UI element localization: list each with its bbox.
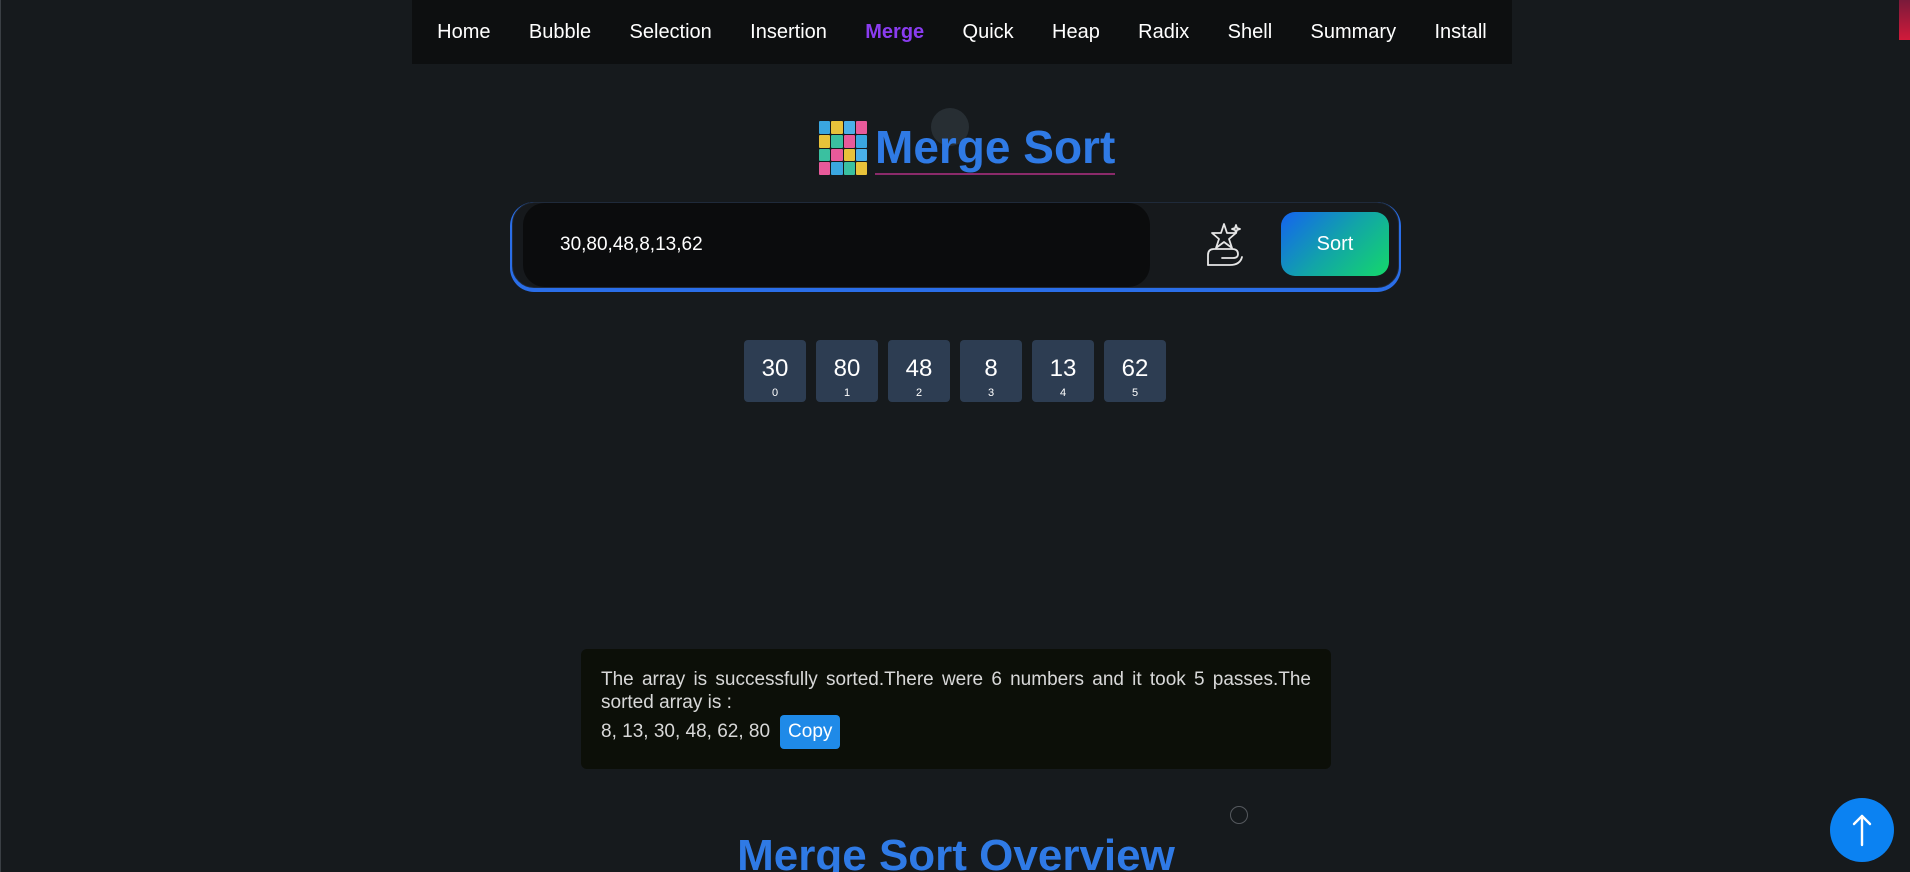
page: Home Bubble Selection Insertion Merge Qu… bbox=[0, 0, 1910, 872]
array-box: 62 5 bbox=[1104, 340, 1166, 402]
nav-item-summary[interactable]: Summary bbox=[1311, 21, 1397, 44]
array-box: 80 1 bbox=[816, 340, 878, 402]
array-box: 8 3 bbox=[960, 340, 1022, 402]
array-box: 13 4 bbox=[1032, 340, 1094, 402]
nav-item-selection[interactable]: Selection bbox=[630, 21, 712, 44]
array-box-index: 0 bbox=[771, 387, 779, 399]
nav-item-shell[interactable]: Shell bbox=[1228, 21, 1272, 44]
nav-item-install[interactable]: Install bbox=[1434, 21, 1486, 44]
result-message: The array is successfully sorted.There w… bbox=[601, 669, 1311, 713]
magic-hand-icon[interactable] bbox=[1198, 219, 1250, 271]
nav-item-merge[interactable]: Merge bbox=[865, 21, 924, 44]
array-box-value: 8 bbox=[984, 355, 998, 382]
array-box-index: 5 bbox=[1131, 387, 1139, 399]
arrow-up-icon bbox=[1852, 814, 1872, 847]
nav-item-bubble[interactable]: Bubble bbox=[529, 21, 591, 44]
array-box-value: 30 bbox=[761, 355, 789, 382]
input-bar: Sort bbox=[512, 202, 1399, 288]
result-panel: The array is successfully sorted.There w… bbox=[581, 649, 1331, 769]
array-box-index: 1 bbox=[843, 387, 851, 399]
top-nav: Home Bubble Selection Insertion Merge Qu… bbox=[412, 0, 1512, 64]
array-input[interactable] bbox=[523, 203, 1150, 287]
array-box-index: 2 bbox=[915, 387, 923, 399]
copy-button[interactable]: Copy bbox=[780, 715, 841, 749]
right-edge-accent bbox=[1899, 0, 1910, 40]
decorative-ring bbox=[1230, 806, 1248, 824]
page-title: Merge Sort bbox=[875, 121, 1116, 175]
page-header: Merge Sort bbox=[819, 118, 1116, 178]
nav-item-home[interactable]: Home bbox=[437, 21, 490, 44]
scroll-to-top-button[interactable] bbox=[1830, 798, 1894, 862]
array-box-value: 13 bbox=[1049, 355, 1077, 382]
sorted-row: 8, 13, 30, 48, 62, 80 Copy bbox=[601, 715, 1311, 749]
array-box-index: 4 bbox=[1059, 387, 1067, 399]
sorted-array-text: 8, 13, 30, 48, 62, 80 bbox=[601, 721, 771, 742]
array-box-value: 80 bbox=[833, 355, 861, 382]
array-box: 48 2 bbox=[888, 340, 950, 402]
blocks-logo-icon bbox=[819, 121, 867, 175]
array-box: 30 0 bbox=[744, 340, 806, 402]
array-boxes: 30 0 80 1 48 2 8 3 13 4 62 5 bbox=[744, 340, 1166, 402]
nav-item-quick[interactable]: Quick bbox=[963, 21, 1014, 44]
sort-button[interactable]: Sort bbox=[1281, 212, 1389, 276]
nav-item-radix[interactable]: Radix bbox=[1138, 21, 1189, 44]
nav-item-heap[interactable]: Heap bbox=[1052, 21, 1100, 44]
array-box-value: 62 bbox=[1121, 355, 1149, 382]
array-box-index: 3 bbox=[987, 387, 995, 399]
array-box-value: 48 bbox=[905, 355, 933, 382]
overview-heading: Merge Sort Overview bbox=[737, 831, 1175, 872]
nav-item-insertion[interactable]: Insertion bbox=[750, 21, 827, 44]
